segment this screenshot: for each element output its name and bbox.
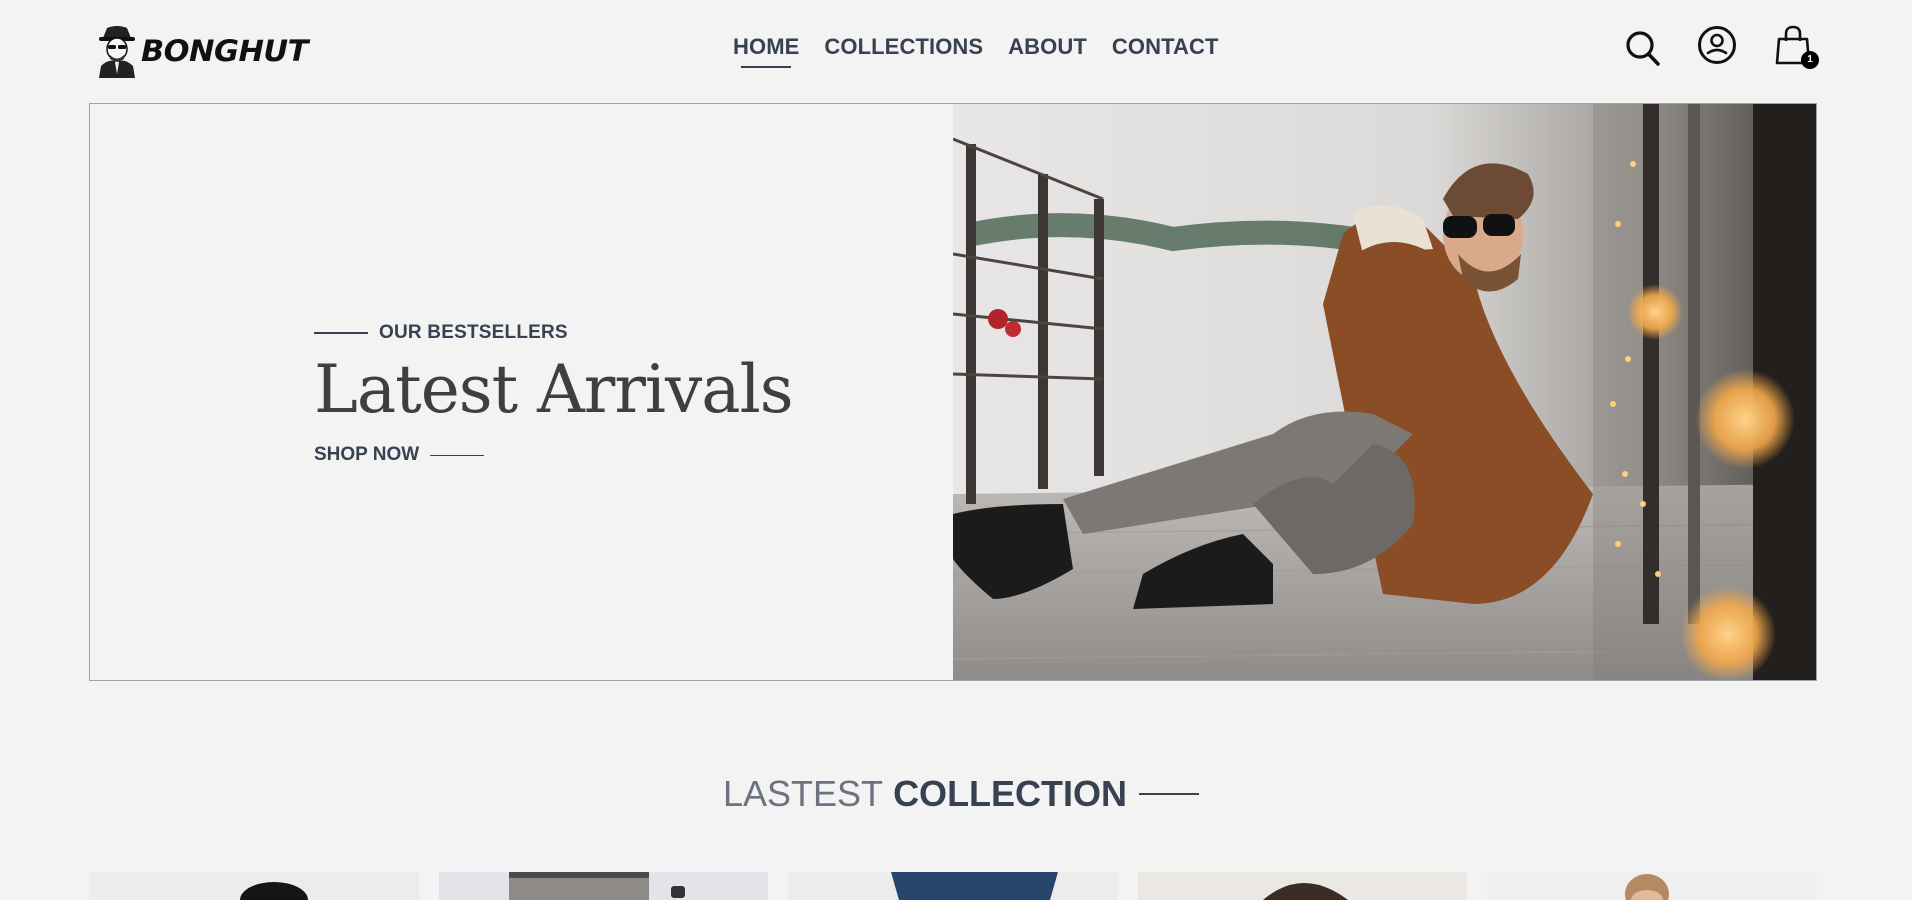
product-card[interactable] [438, 872, 769, 900]
cart-count-badge: 1 [1801, 51, 1819, 69]
shop-now-rule [430, 454, 485, 456]
nav-contact[interactable]: CONTACT [1112, 34, 1219, 68]
product-photo [1137, 872, 1468, 900]
product-card[interactable] [788, 872, 1118, 900]
search-button[interactable] [1624, 28, 1662, 68]
profile-button[interactable] [1697, 25, 1737, 65]
title-bold: COLLECTION [893, 773, 1128, 814]
title-light: LASTEST [723, 773, 884, 814]
title-rule [1139, 793, 1200, 795]
hero-kicker: OUR BESTSELLERS [314, 322, 568, 344]
kicker-rule [314, 332, 368, 334]
nav-collections[interactable]: COLLECTIONS [824, 34, 983, 68]
product-card[interactable] [1487, 872, 1817, 900]
main-nav: HOME COLLECTIONS ABOUT CONTACT [733, 34, 1244, 68]
latest-collection-title: LASTEST COLLECTION [723, 773, 1200, 815]
product-photo [438, 872, 769, 900]
cart-button[interactable]: 1 [1774, 25, 1822, 73]
gangster-logo-icon [99, 26, 135, 78]
site-header: BONGHUT HOME COLLECTIONS ABOUT CONTACT 1 [0, 0, 1912, 100]
hero-image [953, 104, 1816, 680]
product-photo [89, 872, 419, 900]
brand-name: BONGHUT [141, 34, 308, 68]
model-photo [953, 104, 1816, 680]
hero-text-panel: OUR BESTSELLERS Latest Arrivals SHOP NOW [90, 104, 953, 680]
shop-now-link[interactable]: SHOP NOW [314, 444, 485, 466]
nav-about[interactable]: ABOUT [1008, 34, 1087, 68]
product-photo [788, 872, 1118, 900]
product-photo [1487, 872, 1817, 900]
nav-home[interactable]: HOME [733, 34, 799, 68]
product-card[interactable] [89, 872, 419, 900]
hero-banner: OUR BESTSELLERS Latest Arrivals SHOP NOW [89, 103, 1817, 681]
kicker-text: OUR BESTSELLERS [379, 322, 568, 343]
brand-logo[interactable]: BONGHUT [95, 24, 308, 78]
product-card[interactable] [1137, 872, 1468, 900]
shop-now-label: SHOP NOW [314, 444, 420, 465]
hero-title: Latest Arrivals [314, 351, 794, 428]
search-icon [1626, 31, 1660, 66]
product-grid [89, 872, 1817, 900]
user-icon [1698, 26, 1736, 64]
